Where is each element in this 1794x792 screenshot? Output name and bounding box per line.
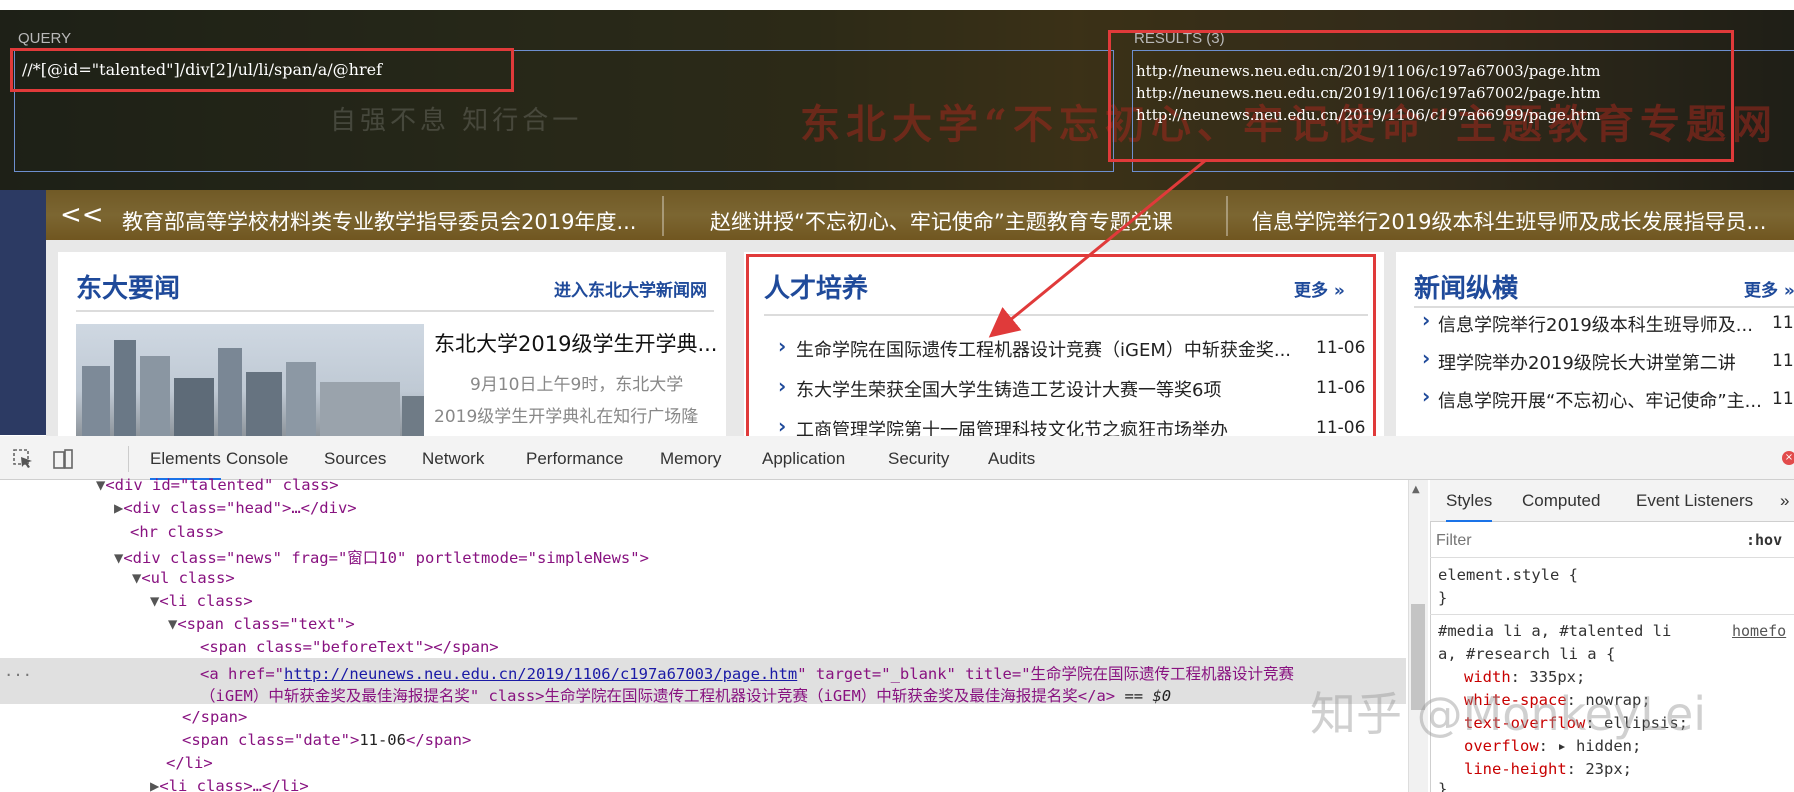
styles-filter-input[interactable] [1436, 528, 1732, 554]
css-property[interactable]: line-height: 23px; [1464, 760, 1632, 778]
dom-node[interactable]: ▼<li class> [150, 592, 253, 610]
node-menu-icon[interactable]: ... [4, 662, 32, 680]
css-selector[interactable]: #media li a, #talented li [1438, 622, 1671, 640]
tab-styles[interactable]: Styles [1446, 491, 1493, 522]
inspect-element-icon[interactable] [12, 448, 34, 470]
rule-close-brace: } [1438, 780, 1448, 792]
dom-node[interactable]: ▶<div class="head">…</div> [114, 499, 357, 517]
css-selector[interactable]: a, #research li a { [1438, 645, 1615, 663]
tab-audits[interactable]: Audits [988, 449, 1035, 469]
dom-node[interactable]: ▼<ul class> [132, 569, 235, 587]
collapse-triangle-icon[interactable]: ▶ [114, 499, 123, 517]
expand-triangle-icon[interactable]: ▼ [168, 615, 177, 633]
expand-triangle-icon[interactable]: ▼ [132, 569, 141, 587]
tab-sources[interactable]: Sources [324, 449, 386, 469]
tab-performance[interactable]: Performance [526, 449, 623, 469]
dom-node[interactable]: <span class="date">11-06</span> [182, 731, 471, 749]
tab-application[interactable]: Application [762, 449, 845, 469]
rule-close-brace: } [1438, 589, 1448, 607]
stylesheet-source-link[interactable]: homefo [1732, 622, 1786, 640]
expand-triangle-icon[interactable]: ▼ [96, 476, 105, 494]
dom-node[interactable]: <span class="beforeText"></span> [200, 638, 499, 656]
dom-node[interactable]: ▼<span class="text"> [168, 615, 355, 633]
expand-triangle-icon[interactable]: ▼ [114, 549, 123, 567]
dom-node[interactable]: </span> [182, 708, 247, 726]
device-toolbar-icon[interactable] [52, 448, 74, 470]
more-tabs-icon[interactable]: » [1780, 491, 1789, 511]
tab-console[interactable]: Console [226, 449, 288, 469]
close-icon[interactable]: × [1782, 451, 1794, 465]
dom-node[interactable]: </li> [166, 754, 213, 772]
tab-computed[interactable]: Computed [1522, 491, 1600, 511]
collapse-triangle-icon[interactable]: ▶ [150, 777, 159, 792]
dom-node[interactable]: ▼<div id="talented" class> [96, 476, 339, 494]
dom-node[interactable]: <hr class> [130, 523, 223, 541]
tab-event-listeners[interactable]: Event Listeners [1636, 491, 1753, 511]
rule-divider [1430, 614, 1794, 615]
scroll-up-icon[interactable]: ▲ [1412, 484, 1420, 495]
tab-memory[interactable]: Memory [660, 449, 721, 469]
tab-network[interactable]: Network [422, 449, 484, 469]
watermark: 知乎 @MonkeyLei [1310, 687, 1707, 741]
expand-triangle-icon[interactable]: ▼ [150, 592, 159, 610]
href-link[interactable]: http://neunews.neu.edu.cn/2019/1106/c197… [284, 665, 797, 683]
dom-node[interactable]: ▼<div class="news" frag="窗口10" portletmo… [114, 546, 649, 568]
dom-node-selected[interactable]: <a href="http://neunews.neu.edu.cn/2019/… [200, 662, 1294, 684]
dom-node[interactable]: ▶<li class>…</li> [150, 777, 309, 792]
hover-state-toggle[interactable]: :hov [1746, 531, 1782, 549]
tab-security[interactable]: Security [888, 449, 949, 469]
toolbar-divider [128, 446, 129, 472]
element-style-rule[interactable]: element.style { [1438, 566, 1578, 584]
dom-node-selected-cont[interactable]: （iGEM）中斩获金奖及最佳海报提名奖" class>生命学院在国际遗传工程机器… [200, 684, 1171, 706]
